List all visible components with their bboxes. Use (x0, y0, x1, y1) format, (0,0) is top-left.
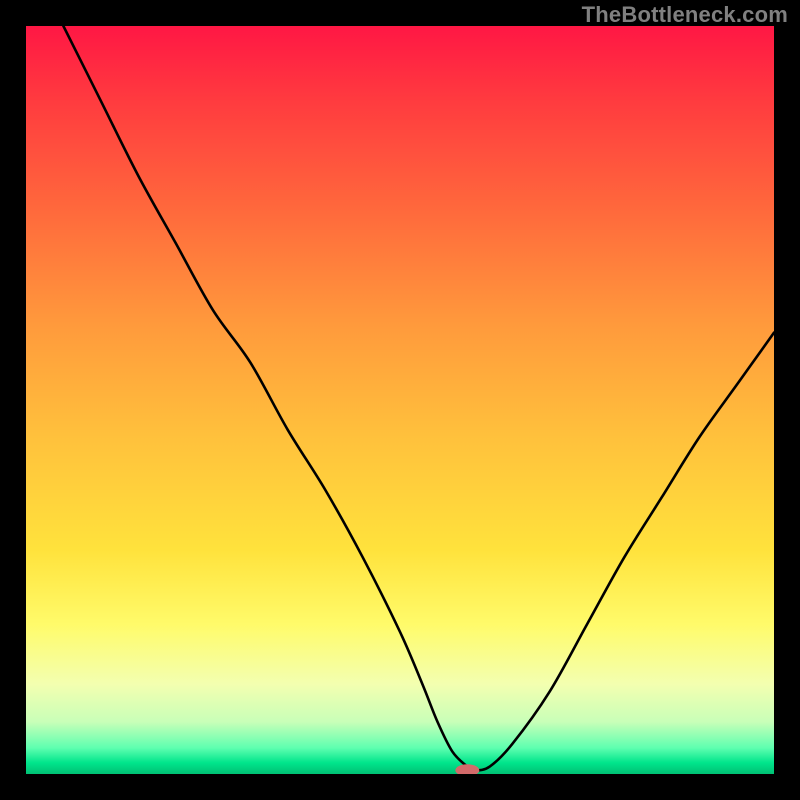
chart-plot (26, 26, 774, 774)
bottleneck-curve (63, 26, 774, 770)
optimum-marker (455, 764, 479, 774)
watermark-text: TheBottleneck.com (582, 2, 788, 28)
chart-layer (26, 26, 774, 774)
chart-stage: TheBottleneck.com (0, 0, 800, 800)
